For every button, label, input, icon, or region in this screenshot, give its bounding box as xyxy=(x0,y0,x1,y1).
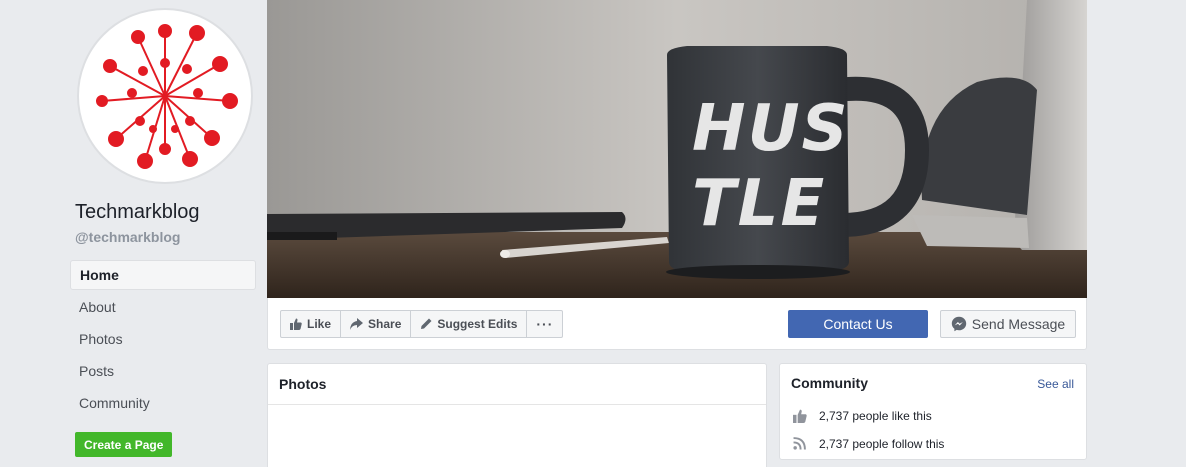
community-card-title: Community xyxy=(791,375,868,391)
photos-card: Photos xyxy=(267,363,767,467)
mug-text-line1: HUS xyxy=(692,92,850,166)
community-likes-row: 2,737 people like this xyxy=(792,408,932,423)
create-page-button[interactable]: Create a Page xyxy=(75,432,173,457)
community-follows-row: 2,737 people follow this xyxy=(792,436,944,451)
sidebar-item-community[interactable]: Community xyxy=(70,388,256,418)
page-handle: @techmarkblog xyxy=(75,229,181,245)
community-card: Community See all 2,737 people like this… xyxy=(779,363,1087,460)
action-button-group: Like Share Suggest Edits ··· xyxy=(280,310,564,338)
sidebar-item-about[interactable]: About xyxy=(70,292,256,322)
more-button[interactable]: ··· xyxy=(527,311,562,337)
messenger-icon xyxy=(951,316,966,332)
like-icon xyxy=(290,318,302,330)
cover-image: HUS TLE xyxy=(267,0,1087,298)
more-icon: ··· xyxy=(536,316,554,332)
page-name: Techmarkblog xyxy=(75,201,200,223)
sidebar-item-photos[interactable]: Photos xyxy=(70,324,256,354)
cover-photo[interactable]: HUS TLE xyxy=(267,0,1087,298)
sidebar-nav: Home About Photos Posts Community xyxy=(70,260,256,420)
send-message-button[interactable]: Send Message xyxy=(940,310,1076,338)
see-all-link[interactable]: See all xyxy=(1037,377,1074,391)
share-label: Share xyxy=(368,317,402,331)
rss-icon xyxy=(792,436,807,451)
page-action-bar: Like Share Suggest Edits ··· Contact Us … xyxy=(267,298,1087,350)
community-follows-text: 2,737 people follow this xyxy=(819,436,945,451)
mug-text-line2: TLE xyxy=(692,167,826,241)
suggest-edits-button[interactable]: Suggest Edits xyxy=(411,311,528,337)
sidebar-item-home[interactable]: Home xyxy=(70,260,256,290)
photos-card-title[interactable]: Photos xyxy=(268,364,766,405)
pencil-icon xyxy=(421,318,432,329)
like-label: Like xyxy=(307,317,332,331)
logo-icon xyxy=(96,24,238,169)
share-icon xyxy=(350,318,364,330)
share-button[interactable]: Share xyxy=(341,311,412,337)
sidebar-item-posts[interactable]: Posts xyxy=(70,356,256,386)
send-message-label: Send Message xyxy=(971,316,1066,332)
avatar[interactable] xyxy=(77,8,253,184)
thumbs-up-icon xyxy=(792,408,807,423)
suggest-edits-label: Suggest Edits xyxy=(437,317,518,331)
contact-us-button[interactable]: Contact Us xyxy=(788,310,928,338)
like-button[interactable]: Like xyxy=(281,311,342,337)
community-likes-text: 2,737 people like this xyxy=(819,408,932,423)
